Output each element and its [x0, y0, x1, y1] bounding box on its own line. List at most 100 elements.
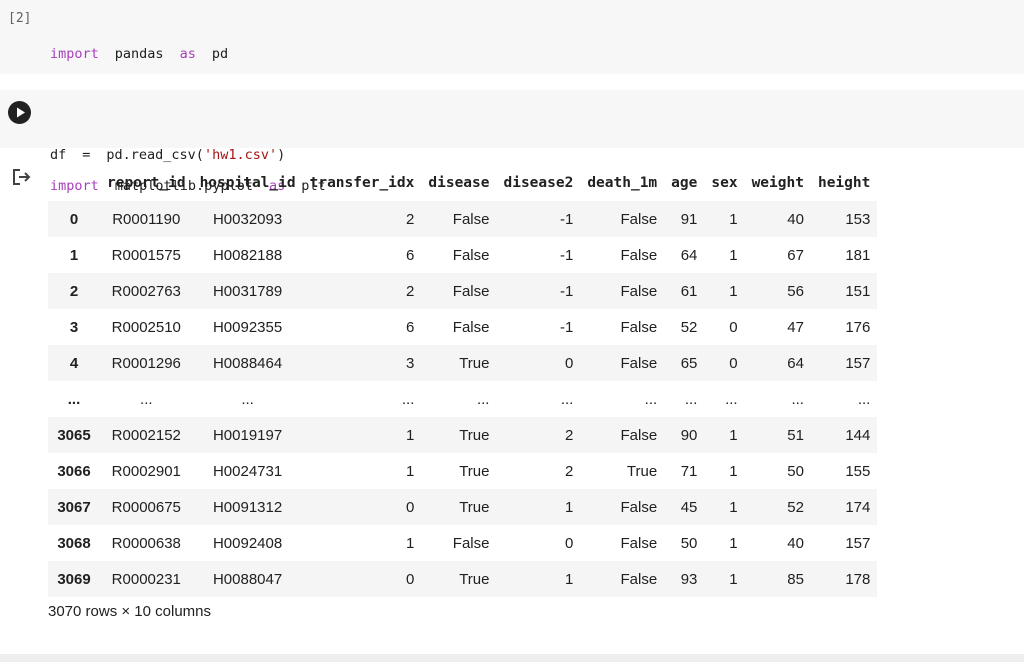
table-cell: False [620, 354, 658, 372]
table-cell: R0001575 [111, 246, 181, 264]
table-cell: 1 [729, 534, 738, 552]
column-header: height [817, 175, 871, 191]
table-header-row: report_id hospital_id transfer_idx disea… [48, 165, 877, 201]
table-row: 3068 R0000638 H0092408 1 False 0 False 50 1 40 157 [48, 525, 878, 561]
table-row: 3069 R0000231 H0088047 0 True 1 False 93 1 85 178 [48, 561, 878, 597]
table-cell: ... [476, 390, 490, 408]
table-cell: 0 [564, 534, 574, 552]
table-cell: 153 [845, 210, 871, 228]
table-cell: 1 [729, 210, 738, 228]
row-index: 3067 [57, 498, 91, 516]
row-index: 4 [69, 354, 79, 372]
table-cell: 45 [680, 498, 698, 516]
table-cell: 51 [787, 426, 804, 444]
table-cell: H0024731 [212, 462, 283, 480]
table-cell: 93 [680, 570, 698, 588]
table-cell: 0 [564, 354, 574, 372]
table-cell: 0 [406, 570, 415, 588]
table-cell: 181 [845, 246, 871, 264]
row-index: 0 [69, 210, 79, 228]
table-cell: 0 [729, 318, 738, 336]
table-cell: 50 [680, 534, 698, 552]
table-cell: H0082188 [212, 246, 283, 264]
table-row: 4 R0001296 H0088464 3 True 0 False 65 0 64 157 [48, 345, 878, 381]
table-cell: False [452, 318, 490, 336]
column-header: weight [751, 175, 804, 191]
table-cell: 1 [406, 426, 415, 444]
column-header: age [671, 175, 698, 191]
table-cell: 2 [406, 210, 415, 228]
table-cell: False [620, 498, 658, 516]
table-cell: 6 [406, 318, 415, 336]
column-header: hospital_id [199, 175, 296, 191]
table-cell: False [452, 282, 490, 300]
table-cell: 47 [787, 318, 804, 336]
table-cell: 67 [787, 246, 804, 264]
column-header: report_id [107, 175, 186, 191]
table-cell: True [459, 570, 490, 588]
table-cell: ... [791, 390, 804, 408]
table-cell: 52 [680, 318, 698, 336]
table-cell: False [620, 534, 658, 552]
table-cell: 71 [680, 462, 698, 480]
run-cell-button[interactable] [8, 101, 31, 124]
table-cell: 1 [729, 246, 738, 264]
table-cell: R0002763 [111, 282, 181, 300]
table-cell: True [626, 462, 658, 480]
table-cell: 1 [729, 570, 738, 588]
table-cell: R0000675 [111, 498, 181, 516]
table-cell: 64 [680, 246, 698, 264]
table-cell: False [620, 318, 658, 336]
table-cell: H0091312 [212, 498, 283, 516]
table-cell: 1 [729, 426, 738, 444]
table-cell: 1 [564, 498, 574, 516]
table-cell: 85 [787, 570, 804, 588]
table-cell: 157 [845, 354, 871, 372]
table-row: 3 R0002510 H0092355 6 False -1 False 52 0 47 176 [48, 309, 878, 345]
row-index: 3069 [57, 570, 91, 588]
column-header: disease2 [503, 175, 574, 191]
column-header: sex [711, 175, 738, 191]
table-cell: ... [140, 390, 153, 408]
table-row: 3065 R0002152 H0019197 1 True 2 False 90 1 51 144 [48, 417, 878, 453]
table-cell: H0019197 [212, 426, 283, 444]
code-cell-read-csv[interactable]: df = pd.read_csv('hw1.csv') df [0, 90, 1024, 229]
dataframe-table: report_id hospital_id transfer_idx disea… [48, 165, 878, 597]
table-row: 2 R0002763 H0031789 2 False -1 False 61 1 56 151 [48, 273, 878, 309]
table-cell: 56 [787, 282, 804, 300]
table-cell: True [459, 354, 490, 372]
table-cell: R0002152 [111, 426, 181, 444]
column-header: disease [428, 175, 490, 191]
table-cell: 3 [406, 354, 415, 372]
column-header: death_1m [587, 175, 658, 191]
table-cell: 50 [787, 462, 804, 480]
code-line: import pandas as pd [50, 46, 229, 62]
table-cell: -1 [559, 210, 574, 228]
table-cell: H0088464 [212, 354, 283, 372]
table-cell: -1 [559, 282, 574, 300]
code-cell-imports[interactable]: [2] importpandasaspd importnumpyasnp imp… [0, 0, 1024, 194]
table-cell: R0002510 [111, 318, 181, 336]
table-cell: False [620, 210, 658, 228]
table-cell: 151 [845, 282, 871, 300]
row-index: ... [67, 390, 81, 408]
table-cell: False [620, 282, 658, 300]
row-index: 3 [69, 318, 79, 336]
table-cell: 90 [680, 426, 698, 444]
table-cell: H0031789 [212, 282, 283, 300]
table-cell: 1 [729, 498, 738, 516]
table-cell: ... [241, 390, 254, 408]
table-cell: 157 [845, 534, 871, 552]
table-cell: 64 [787, 354, 804, 372]
table-cell: R0000638 [111, 534, 181, 552]
table-cell: 1 [406, 462, 415, 480]
next-cell-edge [0, 654, 1024, 662]
row-index: 2 [69, 282, 79, 300]
table-cell: R0001296 [111, 354, 181, 372]
table-cell: True [459, 426, 490, 444]
table-cell: 61 [680, 282, 698, 300]
table-cell: 52 [787, 498, 804, 516]
output-redirect-icon[interactable] [12, 168, 32, 191]
table-cell: 91 [680, 210, 698, 228]
table-cell: R0000231 [111, 570, 181, 588]
